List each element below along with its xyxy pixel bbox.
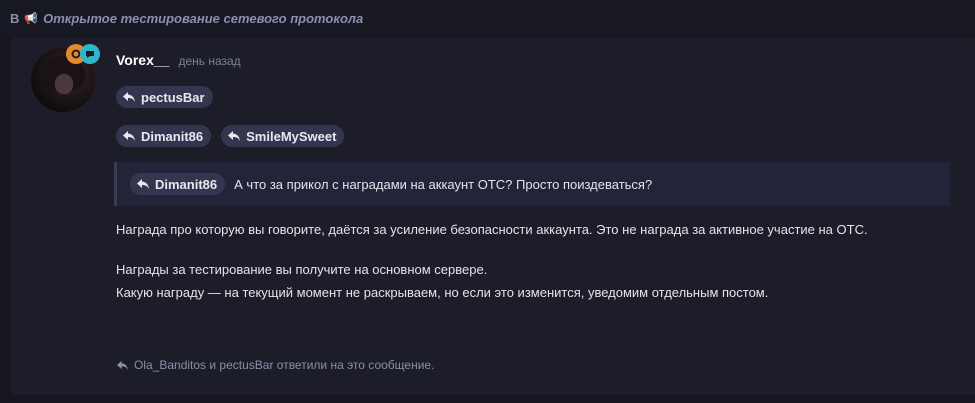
- mention-chip-smilemysweet[interactable]: SmileMySweet: [221, 125, 345, 147]
- replies-summary-text: Ola_Banditos и pectusBar ответили на это…: [134, 358, 435, 372]
- mentions-row-1: pectusBar: [116, 86, 213, 108]
- quote-block: Dimanit86 А что за прикол с наградами на…: [114, 162, 950, 206]
- mention-label: Dimanit86: [141, 128, 204, 144]
- mention-label: pectusBar: [141, 89, 205, 105]
- post-line: Награды за тестирование вы получите на о…: [116, 262, 488, 277]
- mentions-row-2: Dimanit86 SmileMySweet: [116, 125, 345, 147]
- avatar-face-shape: [55, 74, 73, 94]
- quote-text: А что за прикол с наградами на аккаунт О…: [234, 176, 653, 192]
- breadcrumb-prefix: В: [10, 11, 20, 26]
- reply-arrow-icon: [123, 92, 135, 102]
- post-line: Какую награду — на текущий момент не рас…: [116, 285, 769, 300]
- reply-arrow-icon: [228, 131, 241, 141]
- reply-arrow-icon: [137, 179, 149, 189]
- post-paragraph-1: Награда про которую вы говорите, даётся …: [116, 218, 868, 241]
- replies-summary[interactable]: Ola_Banditos и pectusBar ответили на это…: [116, 358, 434, 372]
- mention-chip-pectusbar[interactable]: pectusBar: [116, 86, 213, 108]
- post-line: Награда про которую вы говорите, даётся …: [116, 222, 868, 237]
- mention-chip-dimanit86[interactable]: Dimanit86: [116, 125, 212, 147]
- quote-author-label: Dimanit86: [155, 176, 218, 192]
- post-timestamp: день назад: [178, 54, 241, 68]
- quote-author-chip[interactable]: Dimanit86: [130, 173, 226, 195]
- megaphone-icon: 📢: [24, 13, 39, 25]
- breadcrumb-topic-title[interactable]: Открытое тестирование сетевого протокола: [43, 11, 363, 26]
- post-author-line: Vorex__ день назад: [116, 52, 241, 68]
- topbar: В 📢 Открытое тестирование сетевого прото…: [0, 0, 975, 38]
- post-paragraph-2: Награды за тестирование вы получите на о…: [116, 258, 768, 304]
- reply-arrow-icon: [117, 360, 128, 370]
- author-name[interactable]: Vorex__: [116, 52, 169, 68]
- forum-post: Vorex__ день назад pectusBar Dimanit86 S…: [11, 38, 975, 395]
- breadcrumb[interactable]: В 📢 Открытое тестирование сетевого прото…: [10, 11, 363, 26]
- reply-arrow-icon: [123, 131, 135, 141]
- mention-label: SmileMySweet: [246, 128, 337, 144]
- teal-chat-badge-icon: [80, 44, 100, 64]
